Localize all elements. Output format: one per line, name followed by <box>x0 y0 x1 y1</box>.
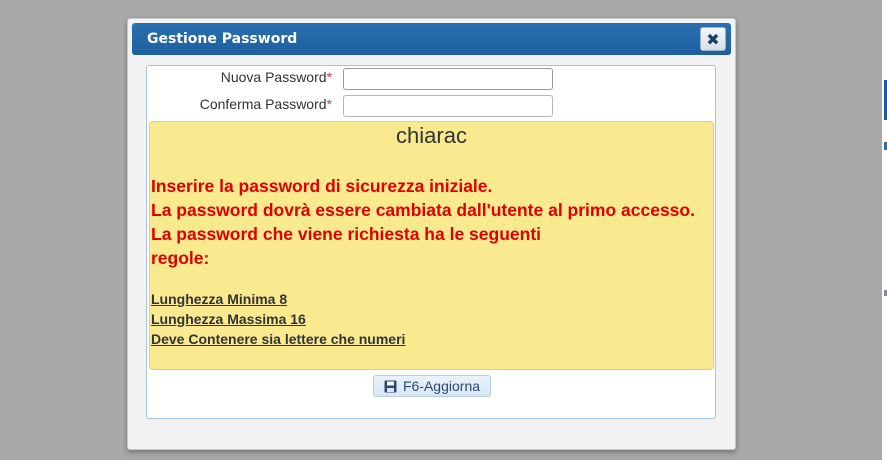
confirm-password-input[interactable] <box>343 95 553 117</box>
password-form-panel: Nuova Password* Conferma Password* chiar… <box>146 65 716 419</box>
close-icon: ✖ <box>706 29 720 49</box>
info-message: La password dovrà essere cambiata dall'u… <box>151 200 695 220</box>
password-rule: Lunghezza Massima 16 <box>151 311 306 327</box>
password-dialog: Gestione Password ✖ Nuova Password* Conf… <box>127 18 736 450</box>
close-button[interactable]: ✖ <box>700 27 726 51</box>
update-button[interactable]: F6-Aggiorna <box>373 375 491 397</box>
required-marker: * <box>326 96 332 112</box>
password-info-box: chiarac Inserire la password di sicurezz… <box>149 121 714 370</box>
info-message: La password che viene richiesta ha le se… <box>151 224 542 244</box>
new-password-label: Nuova Password* <box>220 69 332 85</box>
new-password-input[interactable] <box>343 68 553 90</box>
username-heading: chiarac <box>396 123 467 148</box>
confirm-password-label: Conferma Password* <box>199 96 332 112</box>
info-message: regole: <box>151 248 210 268</box>
info-message: Inserire la password di sicurezza inizia… <box>151 176 493 196</box>
dialog-title: Gestione Password <box>147 31 298 47</box>
password-rule: Lunghezza Minima 8 <box>151 291 288 307</box>
required-marker: * <box>326 69 332 85</box>
save-icon <box>384 380 397 393</box>
update-button-label: F6-Aggiorna <box>402 378 481 394</box>
background-strip <box>882 0 887 460</box>
password-rule: Deve Contenere sia lettere che numeri <box>151 331 406 347</box>
dialog-titlebar: Gestione Password ✖ <box>132 23 731 55</box>
